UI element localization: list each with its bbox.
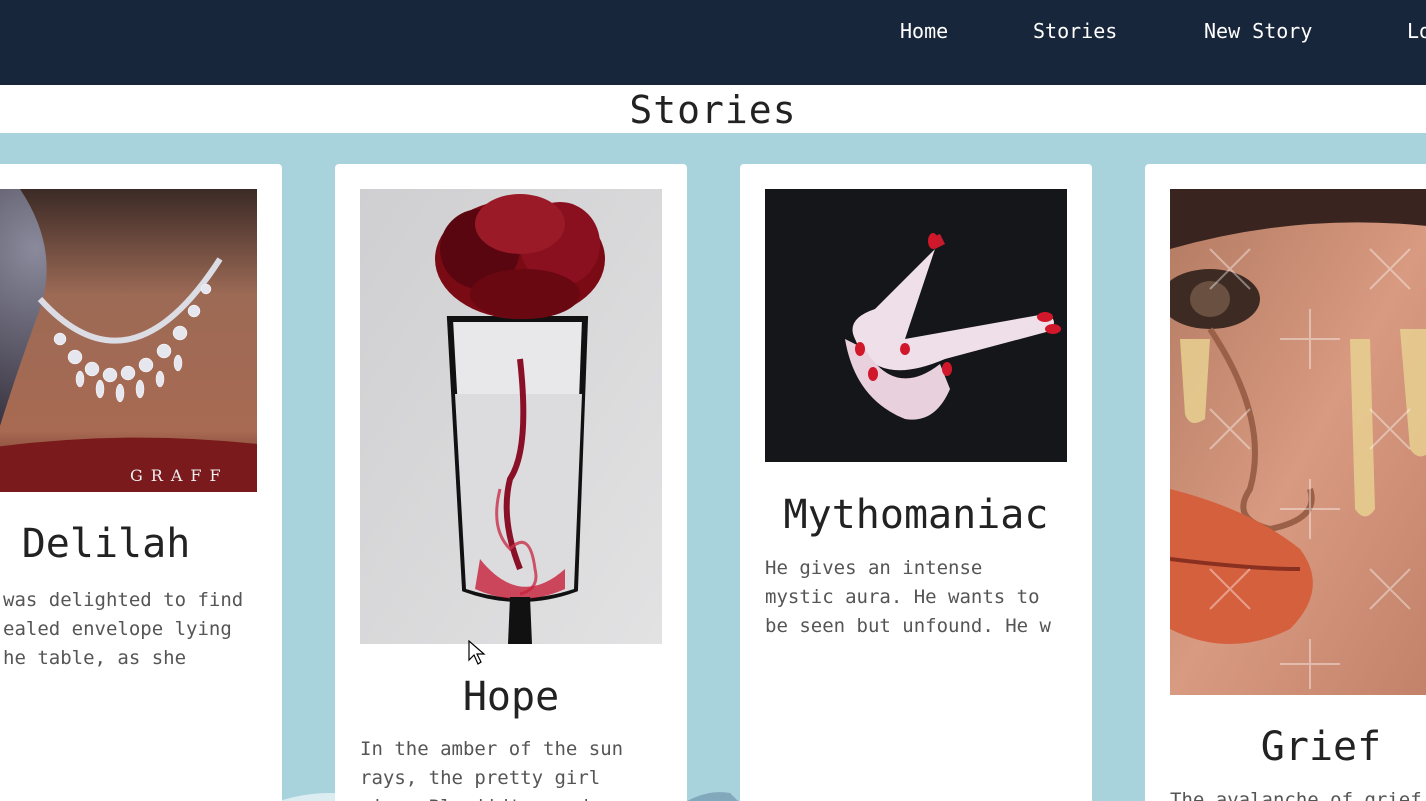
story-title: Hope [462,674,560,720]
graff-logo-text: GRAFF [130,466,229,485]
story-excerpt: was delighted to find ealed envelope lyi… [3,589,244,669]
nav-login-link[interactable]: Lo [1407,17,1426,45]
title-bar: Stories [0,85,1426,133]
nav-new-story-link[interactable]: New Story [1204,17,1312,45]
nav-home-link[interactable]: Home [900,17,948,45]
story-excerpt: In the amber of the sun rays, the pretty… [360,738,624,801]
hands-gesture-photo [765,189,1067,462]
story-card-mythomaniac[interactable]: Mythomaniac He gives an intense mystic a… [740,164,1092,801]
story-card-grief[interactable]: Grief The avalanche of grief [1145,164,1426,801]
story-card-hope[interactable]: Hope In the amber of the sun rays, the p… [335,164,687,801]
story-excerpt: He gives an intense mystic aura. He want… [765,557,1051,637]
story-card-delilah[interactable]: GRAFF Delilah was delighted to find eale… [0,164,282,801]
rose-in-glass-photo [360,189,662,644]
story-title: Delilah [21,521,191,567]
mouse-pointer-icon [468,640,486,665]
page-title: Stories [629,88,797,132]
story-title: Grief [1260,724,1382,770]
stories-grid: GRAFF Delilah was delighted to find eale… [0,133,1426,801]
glitter-tears-face-photo [1170,189,1426,695]
necklace-photo: GRAFF [0,189,257,492]
nav-stories-link[interactable]: Stories [1033,17,1117,45]
story-title: Mythomaniac [783,492,1049,538]
top-navbar: Home Stories New Story Lo [0,0,1426,85]
story-excerpt: The avalanche of grief [1170,789,1422,801]
